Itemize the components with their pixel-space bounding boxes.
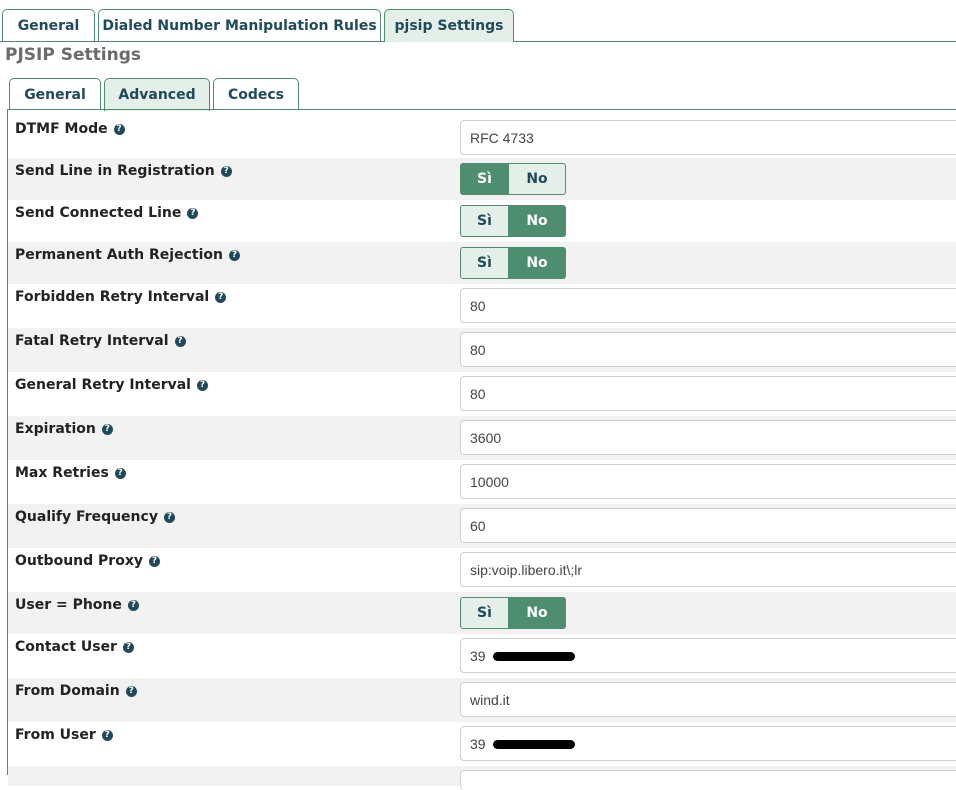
label-user-equals-phone: User = Phone? xyxy=(15,597,139,613)
send-connected-line-toggle: Sì No xyxy=(460,205,566,237)
label-from-user: From User? xyxy=(15,727,113,743)
tab-dialed-number-manipulation-rules[interactable]: Dialed Number Manipulation Rules xyxy=(98,9,381,41)
help-icon[interactable]: ? xyxy=(101,729,113,741)
no-button[interactable]: No xyxy=(509,163,566,195)
help-icon[interactable]: ? xyxy=(114,467,126,479)
row-next-partial xyxy=(8,766,956,790)
top-tab-bar: General Dialed Number Manipulation Rules… xyxy=(0,0,956,42)
help-icon[interactable]: ? xyxy=(228,249,240,261)
help-icon[interactable]: ? xyxy=(196,379,208,391)
label-fatal-retry-interval: Fatal Retry Interval? xyxy=(15,333,186,349)
subtab-codecs[interactable]: Codecs xyxy=(213,78,299,110)
help-icon[interactable]: ? xyxy=(174,335,186,347)
yes-button[interactable]: Sì xyxy=(460,597,509,629)
help-icon[interactable]: ? xyxy=(127,599,139,611)
no-button[interactable]: No xyxy=(509,247,566,279)
label-forbidden-retry-interval: Forbidden Retry Interval? xyxy=(15,289,227,305)
help-icon[interactable]: ? xyxy=(113,123,125,135)
tab-pjsip-settings[interactable]: pjsip Settings xyxy=(384,9,514,42)
row-from-domain: From Domain? wind.it xyxy=(8,678,956,722)
label-send-connected-line: Send Connected Line? xyxy=(15,205,199,221)
yes-button[interactable]: Sì xyxy=(460,163,509,195)
row-permanent-auth-rejection: Permanent Auth Rejection? Sì No xyxy=(8,242,956,284)
row-fatal-retry-interval: Fatal Retry Interval? 80 xyxy=(8,328,956,372)
help-icon[interactable]: ? xyxy=(220,165,232,177)
label-expiration: Expiration? xyxy=(15,421,113,437)
general-retry-interval-input[interactable]: 80 xyxy=(460,376,956,411)
redaction-mark xyxy=(493,740,575,749)
subtab-divider xyxy=(7,109,956,110)
label-dtmf-mode: DTMF Mode? xyxy=(15,121,125,137)
user-equals-phone-toggle: Sì No xyxy=(460,597,566,629)
label-permanent-auth-rejection: Permanent Auth Rejection? xyxy=(15,247,240,263)
next-field-partial[interactable] xyxy=(460,770,956,790)
row-max-retries: Max Retries? 10000 xyxy=(8,460,956,504)
label-general-retry-interval: General Retry Interval? xyxy=(15,377,208,393)
row-dtmf-mode: DTMF Mode? RFC 4733 xyxy=(8,116,956,158)
section-title: PJSIP Settings xyxy=(5,45,141,65)
no-button[interactable]: No xyxy=(509,597,566,629)
from-domain-input[interactable]: wind.it xyxy=(460,682,956,717)
outbound-proxy-input[interactable]: sip:voip.libero.it\;lr xyxy=(460,552,956,587)
settings-form: DTMF Mode? RFC 4733 Send Line in Registr… xyxy=(8,116,956,790)
row-contact-user: Contact User? 39 xyxy=(8,634,956,678)
row-outbound-proxy: Outbound Proxy? sip:voip.libero.it\;lr xyxy=(8,548,956,592)
help-icon[interactable]: ? xyxy=(187,207,199,219)
send-line-in-registration-toggle: Sì No xyxy=(460,163,566,195)
yes-button[interactable]: Sì xyxy=(460,205,509,237)
no-button[interactable]: No xyxy=(509,205,566,237)
fatal-retry-interval-input[interactable]: 80 xyxy=(460,332,956,367)
row-general-retry-interval: General Retry Interval? 80 xyxy=(8,372,956,416)
row-user-equals-phone: User = Phone? Sì No xyxy=(8,592,956,634)
label-outbound-proxy: Outbound Proxy? xyxy=(15,553,160,569)
help-icon[interactable]: ? xyxy=(122,641,134,653)
subtab-general[interactable]: General xyxy=(9,78,101,110)
tab-general[interactable]: General xyxy=(2,9,95,41)
row-expiration: Expiration? 3600 xyxy=(8,416,956,460)
label-max-retries: Max Retries? xyxy=(15,465,126,481)
label-from-domain: From Domain? xyxy=(15,683,137,699)
yes-button[interactable]: Sì xyxy=(460,247,509,279)
help-icon[interactable]: ? xyxy=(163,511,175,523)
row-qualify-frequency: Qualify Frequency? 60 xyxy=(8,504,956,548)
label-send-line-in-registration: Send Line in Registration? xyxy=(15,163,232,179)
label-contact-user: Contact User? xyxy=(15,639,134,655)
subtab-advanced[interactable]: Advanced xyxy=(104,78,210,111)
qualify-frequency-input[interactable]: 60 xyxy=(460,508,956,543)
help-icon[interactable]: ? xyxy=(215,291,227,303)
help-icon[interactable]: ? xyxy=(125,685,137,697)
help-icon[interactable]: ? xyxy=(148,555,160,567)
forbidden-retry-interval-input[interactable]: 80 xyxy=(460,288,956,323)
expiration-input[interactable]: 3600 xyxy=(460,420,956,455)
dtmf-mode-select[interactable]: RFC 4733 xyxy=(460,120,956,155)
permanent-auth-rejection-toggle: Sì No xyxy=(460,247,566,279)
help-icon[interactable]: ? xyxy=(101,423,113,435)
row-forbidden-retry-interval: Forbidden Retry Interval? 80 xyxy=(8,284,956,328)
redaction-mark xyxy=(493,652,575,661)
label-qualify-frequency: Qualify Frequency? xyxy=(15,509,175,525)
max-retries-input[interactable]: 10000 xyxy=(460,464,956,499)
row-send-line-in-registration: Send Line in Registration? Sì No xyxy=(8,158,956,200)
row-send-connected-line: Send Connected Line? Sì No xyxy=(8,200,956,242)
row-from-user: From User? 39 xyxy=(8,722,956,766)
